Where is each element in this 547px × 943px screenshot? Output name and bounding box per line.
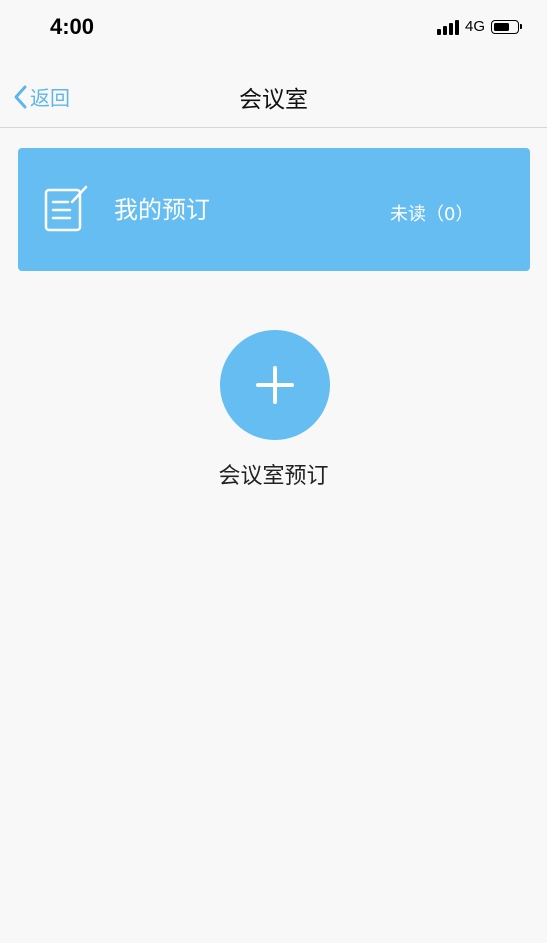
my-bookings-card[interactable]: 我的预订 未读（0） [18, 148, 530, 271]
status-time: 4:00 [50, 14, 95, 39]
status-icons: 4G [436, 18, 522, 35]
signal-icon [436, 19, 459, 35]
add-booking-button[interactable] [220, 330, 330, 440]
add-booking-label: 会议室预订 [218, 464, 329, 489]
nav-bar: 返回 会议室 [0, 58, 547, 128]
my-bookings-title: 我的预订 [114, 196, 210, 224]
battery-level [494, 22, 509, 31]
plus-icon [256, 366, 294, 404]
network-type: 4G [464, 18, 485, 35]
battery-icon [491, 19, 522, 34]
page-title: 会议室 [239, 87, 308, 113]
edit-note-icon [44, 185, 88, 232]
unread-count: 未读（0） [390, 204, 474, 225]
status-bar: 4:00 4G [0, 0, 547, 58]
